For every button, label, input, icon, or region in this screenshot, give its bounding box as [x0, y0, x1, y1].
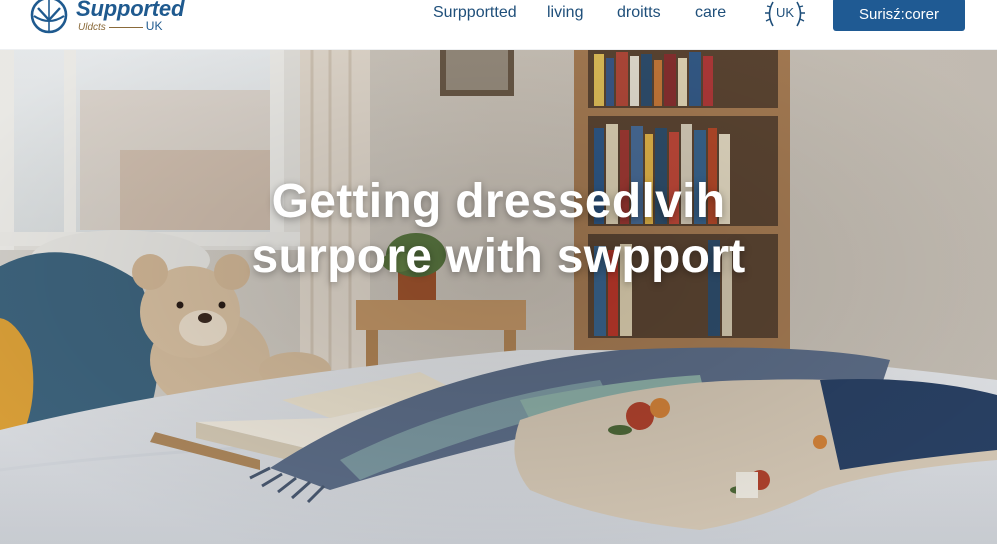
brand-tagline: Uldcts UK	[78, 19, 162, 33]
nav-link-supported[interactable]: Surpportted	[433, 4, 517, 22]
hero-bedroom-image	[0, 50, 997, 544]
cta-button[interactable]: Surisź:corer	[833, 0, 965, 31]
brand-tagline-text: Uldcts	[78, 22, 106, 33]
site-header: Supported Uldcts UK Surpportted living dr…	[0, 0, 997, 50]
hero-title: Getting dressedlvih surpore with swpport	[0, 174, 997, 284]
hero-title-line-1: Getting dressedlvih	[271, 175, 726, 228]
nav-link-living[interactable]: living	[547, 4, 583, 22]
globe-logo-icon	[30, 0, 68, 34]
hero-title-line-2: surpore with swpport	[251, 230, 746, 283]
nav-link-care[interactable]: care	[695, 4, 726, 22]
brand-region: UK	[145, 19, 163, 33]
hero-section: Getting dressedlvih surpore with swpport	[0, 50, 997, 544]
tagline-rule	[108, 26, 143, 28]
region-badge-label: UK	[775, 5, 795, 20]
region-badge[interactable]: UK	[764, 0, 806, 32]
nav-link-droitts[interactable]: droitts	[617, 4, 661, 22]
